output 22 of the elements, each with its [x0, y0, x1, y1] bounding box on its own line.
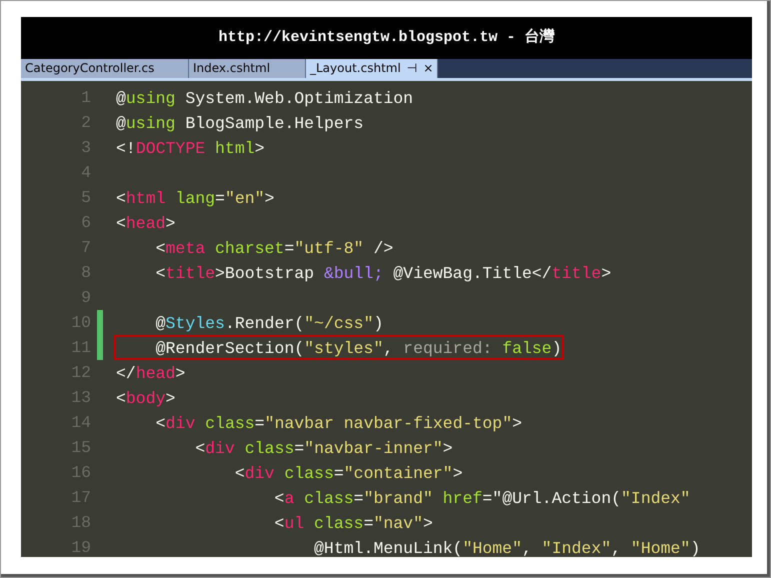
file-tab[interactable]: Index.cshtml — [189, 58, 306, 78]
banner-title: http://kevintsengtw.blogspot.tw - 台灣 — [218, 27, 555, 48]
code-line: <html lang="en"> — [115, 188, 276, 210]
code-line: <body> — [115, 388, 176, 410]
code-line: </head> — [115, 362, 186, 385]
file-tab[interactable]: CategoryController.cs — [21, 58, 189, 78]
file-tab[interactable]: _Layout.cshtml ⊣ × — [306, 58, 438, 78]
code-line: @using System.Web.Optimization — [115, 88, 414, 110]
code-line: <div class="navbar-inner"> — [194, 438, 454, 460]
code-line: <div class="container"> — [234, 462, 464, 485]
code-line: @using BlogSample.Helpers — [115, 112, 365, 135]
code-line: <!DOCTYPE html> — [115, 138, 266, 160]
close-icon[interactable]: × — [423, 58, 434, 78]
code-line: <meta charset="utf-8" /> — [154, 238, 394, 260]
code-line: @Html.MenuLink("Home", "Index", "Home") — [313, 538, 702, 557]
code-line: @Styles.Render("~/css") — [154, 312, 384, 335]
code-line: <head> — [115, 212, 176, 235]
code-line: <div class="navbar navbar-fixed-top"> — [154, 412, 524, 435]
code-line: <title>Bootstrap &bull; @ViewBag.Title</title> — [154, 262, 612, 285]
pin-icon[interactable]: ⊣ — [406, 58, 418, 78]
code-line: <ul class="nav"> — [273, 512, 434, 535]
code-line: <a class="brand" href="@Url.Action("Index" — [273, 488, 692, 510]
